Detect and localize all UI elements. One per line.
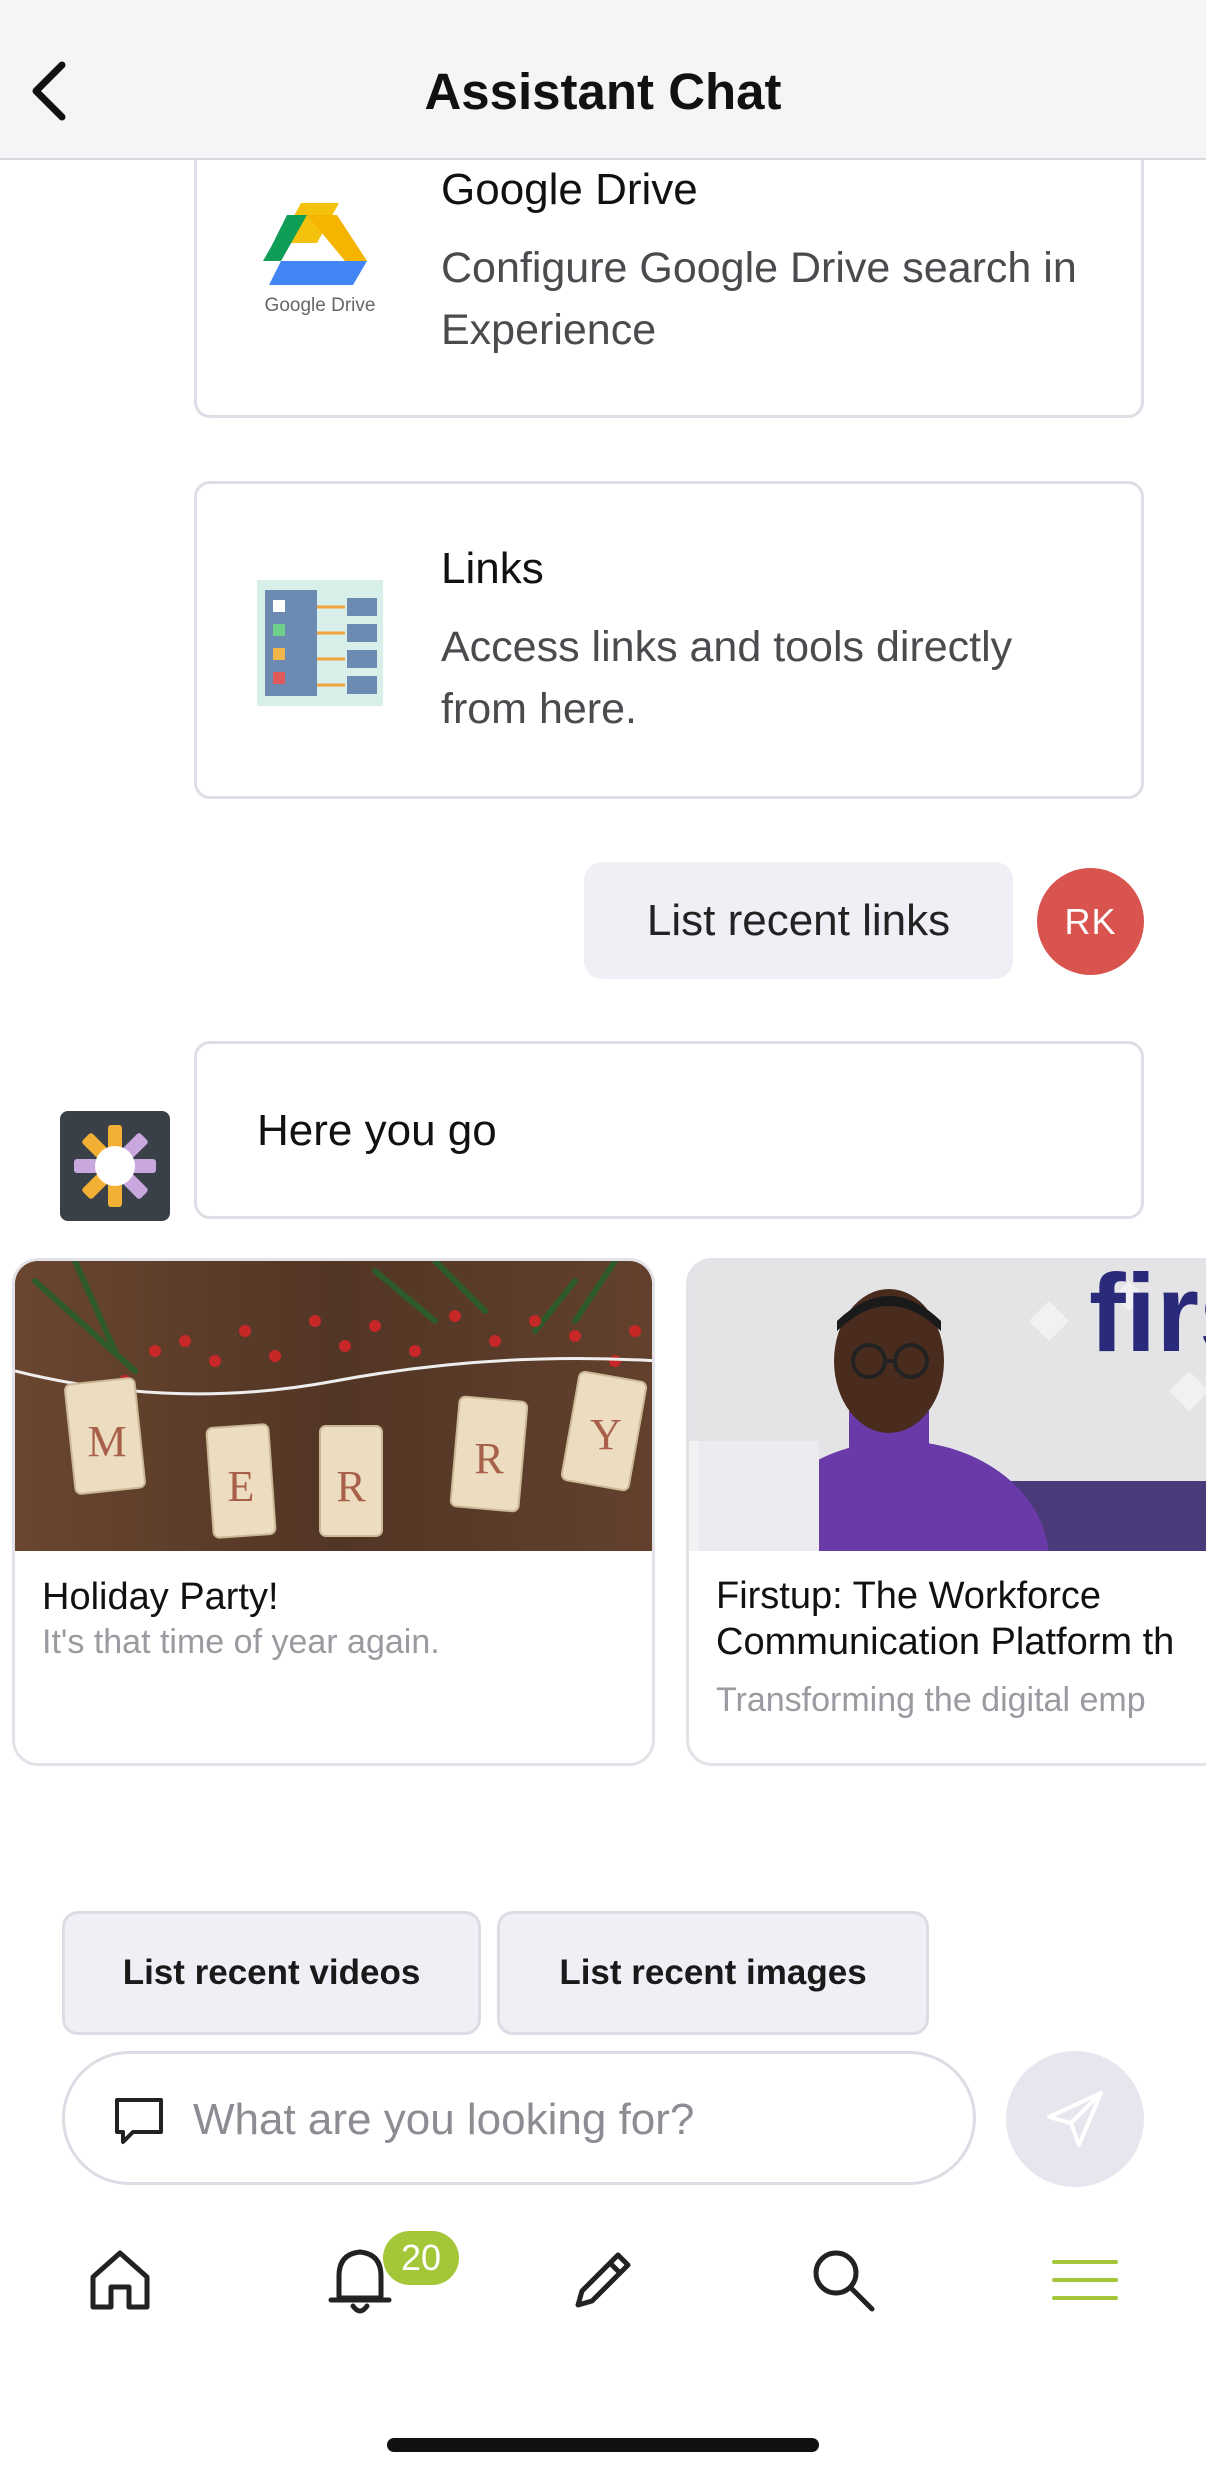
assistant-logo-icon [74,1125,156,1207]
google-drive-logo: Google Drive [257,195,383,321]
user-message-bubble: List recent links [584,862,1013,979]
holiday-party-image: M E R R Y [15,1261,652,1551]
card-title: Google Drive [441,165,698,214]
link-card-title-line2: Communication Platform th [716,1621,1175,1663]
link-card-title: Holiday Party! [42,1576,279,1618]
link-card-holiday-party[interactable]: M E R R Y Holiday Party! It's that time … [12,1258,655,1766]
search-input[interactable] [193,2078,933,2162]
send-button[interactable] [1006,2051,1144,2187]
notification-badge: 20 [383,2231,459,2285]
page-title: Assistant Chat [424,63,782,120]
integration-card-links[interactable]: Links Access links and tools directly fr… [194,481,1144,799]
svg-text:M: M [87,1417,126,1466]
assistant-avatar [60,1111,170,1221]
assistant-message-text: Here you go [257,1106,497,1155]
suggestion-chip-recent-images[interactable]: List recent images [497,1911,929,2035]
link-card-subtitle: It's that time of year again. [42,1623,440,1661]
card-description: Configure Google Drive search in Experie… [441,244,1077,354]
link-card-subtitle: Transforming the digital emp [716,1681,1146,1719]
svg-text:Google Drive: Google Drive [265,295,376,316]
link-card-firstup[interactable]: firs Firstup: The Workforce Communicatio… [686,1258,1206,1766]
menu-icon [1052,2260,1118,2300]
link-card-title: Firstup: The Workforce Communication Pla… [716,1573,1206,1665]
nav-search[interactable] [798,2235,888,2325]
integration-card-google-drive[interactable]: Google Drive Google Drive Configure Goog… [194,120,1144,418]
chat-bubble-icon [115,2098,163,2144]
svg-text:R: R [336,1462,366,1511]
home-indicator [387,2438,819,2452]
home-icon [90,2250,150,2310]
card-description: Access links and tools directly from her… [441,623,1013,733]
firstup-image: firs [689,1261,1206,1551]
svg-text:firs: firs [1089,1261,1206,1375]
send-icon [1047,2091,1103,2147]
search-input-container[interactable] [62,2051,976,2185]
search-icon [813,2250,875,2312]
assistant-message-bubble: Here you go [194,1041,1144,1219]
card-title: Links [441,544,544,593]
svg-text:E: E [228,1462,255,1511]
link-card-title-line1: Firstup: The Workforce [716,1575,1102,1617]
suggestion-chip-recent-videos[interactable]: List recent videos [62,1911,481,2035]
svg-text:R: R [474,1434,504,1483]
user-avatar: RK [1037,868,1144,975]
nav-menu[interactable] [1040,2235,1130,2325]
app-header: Assistant Chat [0,0,1206,160]
nav-compose[interactable] [558,2235,648,2325]
links-logo [257,580,383,706]
pencil-icon [575,2252,631,2308]
svg-text:Y: Y [590,1410,622,1459]
nav-home[interactable] [75,2235,165,2325]
